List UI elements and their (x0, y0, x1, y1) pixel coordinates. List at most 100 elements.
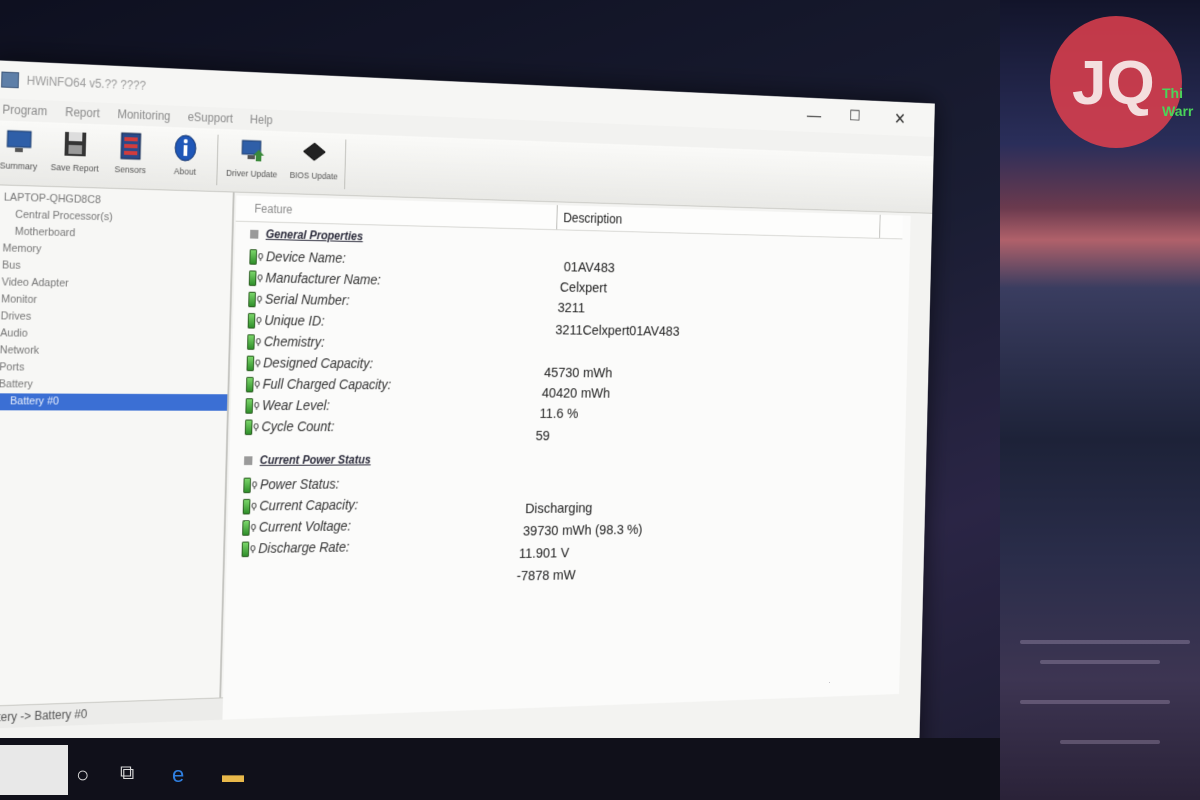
bios-update-label: BIOS Update (289, 170, 338, 182)
plug-icon: ϙ (256, 292, 263, 305)
toolbar-separator (216, 134, 219, 186)
about-button[interactable]: About (156, 132, 214, 187)
battery-icon (248, 291, 256, 308)
task-view-icon[interactable]: ⧉ (120, 762, 134, 785)
battery-icon (247, 313, 256, 329)
plug-icon: ϙ (255, 314, 262, 326)
feature-label: Chemistry: (263, 333, 325, 350)
menu-monitoring[interactable]: Monitoring (117, 103, 171, 127)
sensors-button[interactable]: Sensors (101, 130, 159, 185)
save-report-button[interactable]: Save Report (45, 128, 104, 183)
plug-icon: ϙ (254, 377, 261, 390)
plug-icon: ϙ (254, 356, 261, 369)
app-icon (1, 71, 20, 89)
menu-program[interactable]: Program (2, 99, 47, 123)
value-text: 39730 mWh (98.3 %) (522, 521, 643, 540)
detail-panel: Feature Description General Properties ϙ… (222, 195, 911, 720)
battery-icon (241, 541, 250, 558)
summary-label: Summary (0, 160, 38, 172)
battery-icon (245, 376, 254, 393)
battery-icon (245, 398, 254, 414)
column-description[interactable]: Description (563, 210, 622, 226)
about-label: About (173, 166, 197, 177)
battery-icon (248, 270, 257, 287)
device-tree: LAPTOP-QHGD8C8 Central Processor(s) Moth… (0, 185, 235, 707)
value-text: Celxpert (559, 279, 608, 297)
peek-line: Thi (1162, 85, 1183, 101)
feature-label: Current Voltage: (258, 518, 352, 535)
maximize-button[interactable]: ☐ (835, 103, 875, 131)
value-text: 40420 mWh (541, 385, 611, 402)
menu-esupport[interactable]: eSupport (187, 106, 234, 129)
sensors-label: Sensors (114, 164, 146, 176)
feature-label: Designed Capacity: (263, 354, 374, 372)
window-title: HWiNFO64 v5.?? ???? (26, 73, 147, 93)
plug-icon: ϙ (257, 250, 264, 263)
menu-report[interactable]: Report (65, 101, 100, 124)
battery-icon (243, 477, 252, 494)
battery-icon (246, 355, 255, 372)
info-icon (171, 133, 200, 163)
taskbar (0, 738, 1000, 800)
feature-label: Device Name: (265, 248, 347, 266)
toolbar-separator (344, 139, 347, 190)
value-text: 11.6 % (539, 405, 579, 422)
svg-text:JQ: JQ (1072, 49, 1155, 118)
sensors-icon (116, 131, 145, 161)
cortana-icon[interactable]: ○ (76, 762, 89, 788)
feature-label: Unique ID: (264, 312, 325, 329)
battery-icon (247, 334, 255, 350)
close-button[interactable]: ✕ (880, 105, 919, 133)
driver-update-button[interactable]: Driver Update (224, 135, 281, 189)
plug-icon: ϙ (257, 271, 264, 284)
edge-browser-icon[interactable]: e (172, 762, 184, 788)
bios-update-button[interactable]: BIOS Update (286, 137, 342, 191)
battery-icon (249, 249, 258, 265)
value-text: -7878 mW (516, 567, 576, 585)
section-icon (243, 456, 253, 466)
summary-button[interactable]: Summary (0, 126, 49, 182)
section-general-properties: General Properties (249, 227, 364, 244)
bios-chip-icon (300, 138, 328, 168)
column-divider[interactable] (556, 205, 558, 230)
feature-label: Power Status: (259, 476, 340, 493)
driver-update-label: Driver Update (225, 168, 278, 180)
screen: HWiNFO64 v5.?? ???? — ☐ ✕ Program Report… (0, 0, 1200, 800)
driver-update-icon (238, 135, 265, 162)
watermark-logo-icon: JQ (1050, 16, 1182, 148)
tree-item-battery[interactable]: Battery (0, 376, 228, 394)
taskbar-search-box[interactable] (0, 745, 68, 795)
battery-icon (244, 419, 253, 436)
column-feature[interactable]: Feature (254, 202, 292, 217)
peek-line: Warr (1162, 103, 1194, 119)
tree-item-battery-0[interactable]: Battery #0 (0, 393, 228, 411)
plug-icon: ϙ (249, 542, 256, 555)
section-current-power-status: Current Power Status (243, 452, 371, 467)
file-explorer-icon[interactable]: ▬ (222, 762, 244, 788)
value-text: 01AV483 (563, 259, 615, 276)
value-text: 11.901 V (518, 545, 570, 562)
tree-item-ports[interactable]: Ports (0, 359, 228, 378)
tree-item-network[interactable]: Network (0, 342, 229, 361)
menu-help[interactable]: Help (250, 109, 273, 131)
plug-icon: ϙ (255, 335, 262, 348)
feature-label: Wear Level: (261, 397, 331, 413)
save-report-label: Save Report (50, 162, 99, 174)
plug-icon: ϙ (253, 399, 260, 411)
tree-item-monitor[interactable]: Monitor (0, 291, 230, 312)
feature-label: Manufacturer Name: (265, 269, 381, 288)
feature-label: Serial Number: (264, 291, 350, 308)
column-divider[interactable] (879, 214, 881, 238)
section-title: General Properties (265, 227, 364, 244)
value-text: 3211 (557, 299, 586, 317)
plug-icon: ϙ (253, 420, 260, 433)
plug-icon: ϙ (250, 521, 257, 533)
value-text: 3211Celxpert01AV483 (555, 322, 680, 340)
floppy-icon (64, 131, 87, 157)
feature-label: Full Charged Capacity: (262, 376, 392, 393)
desktop-window-peek: Thi Warr (1162, 84, 1193, 120)
minimize-button[interactable]: — (794, 101, 834, 130)
section-title: Current Power Status (259, 452, 371, 467)
feature-label: Cycle Count: (261, 418, 335, 435)
hwinfo-window: HWiNFO64 v5.?? ???? — ☐ ✕ Program Report… (0, 60, 935, 800)
